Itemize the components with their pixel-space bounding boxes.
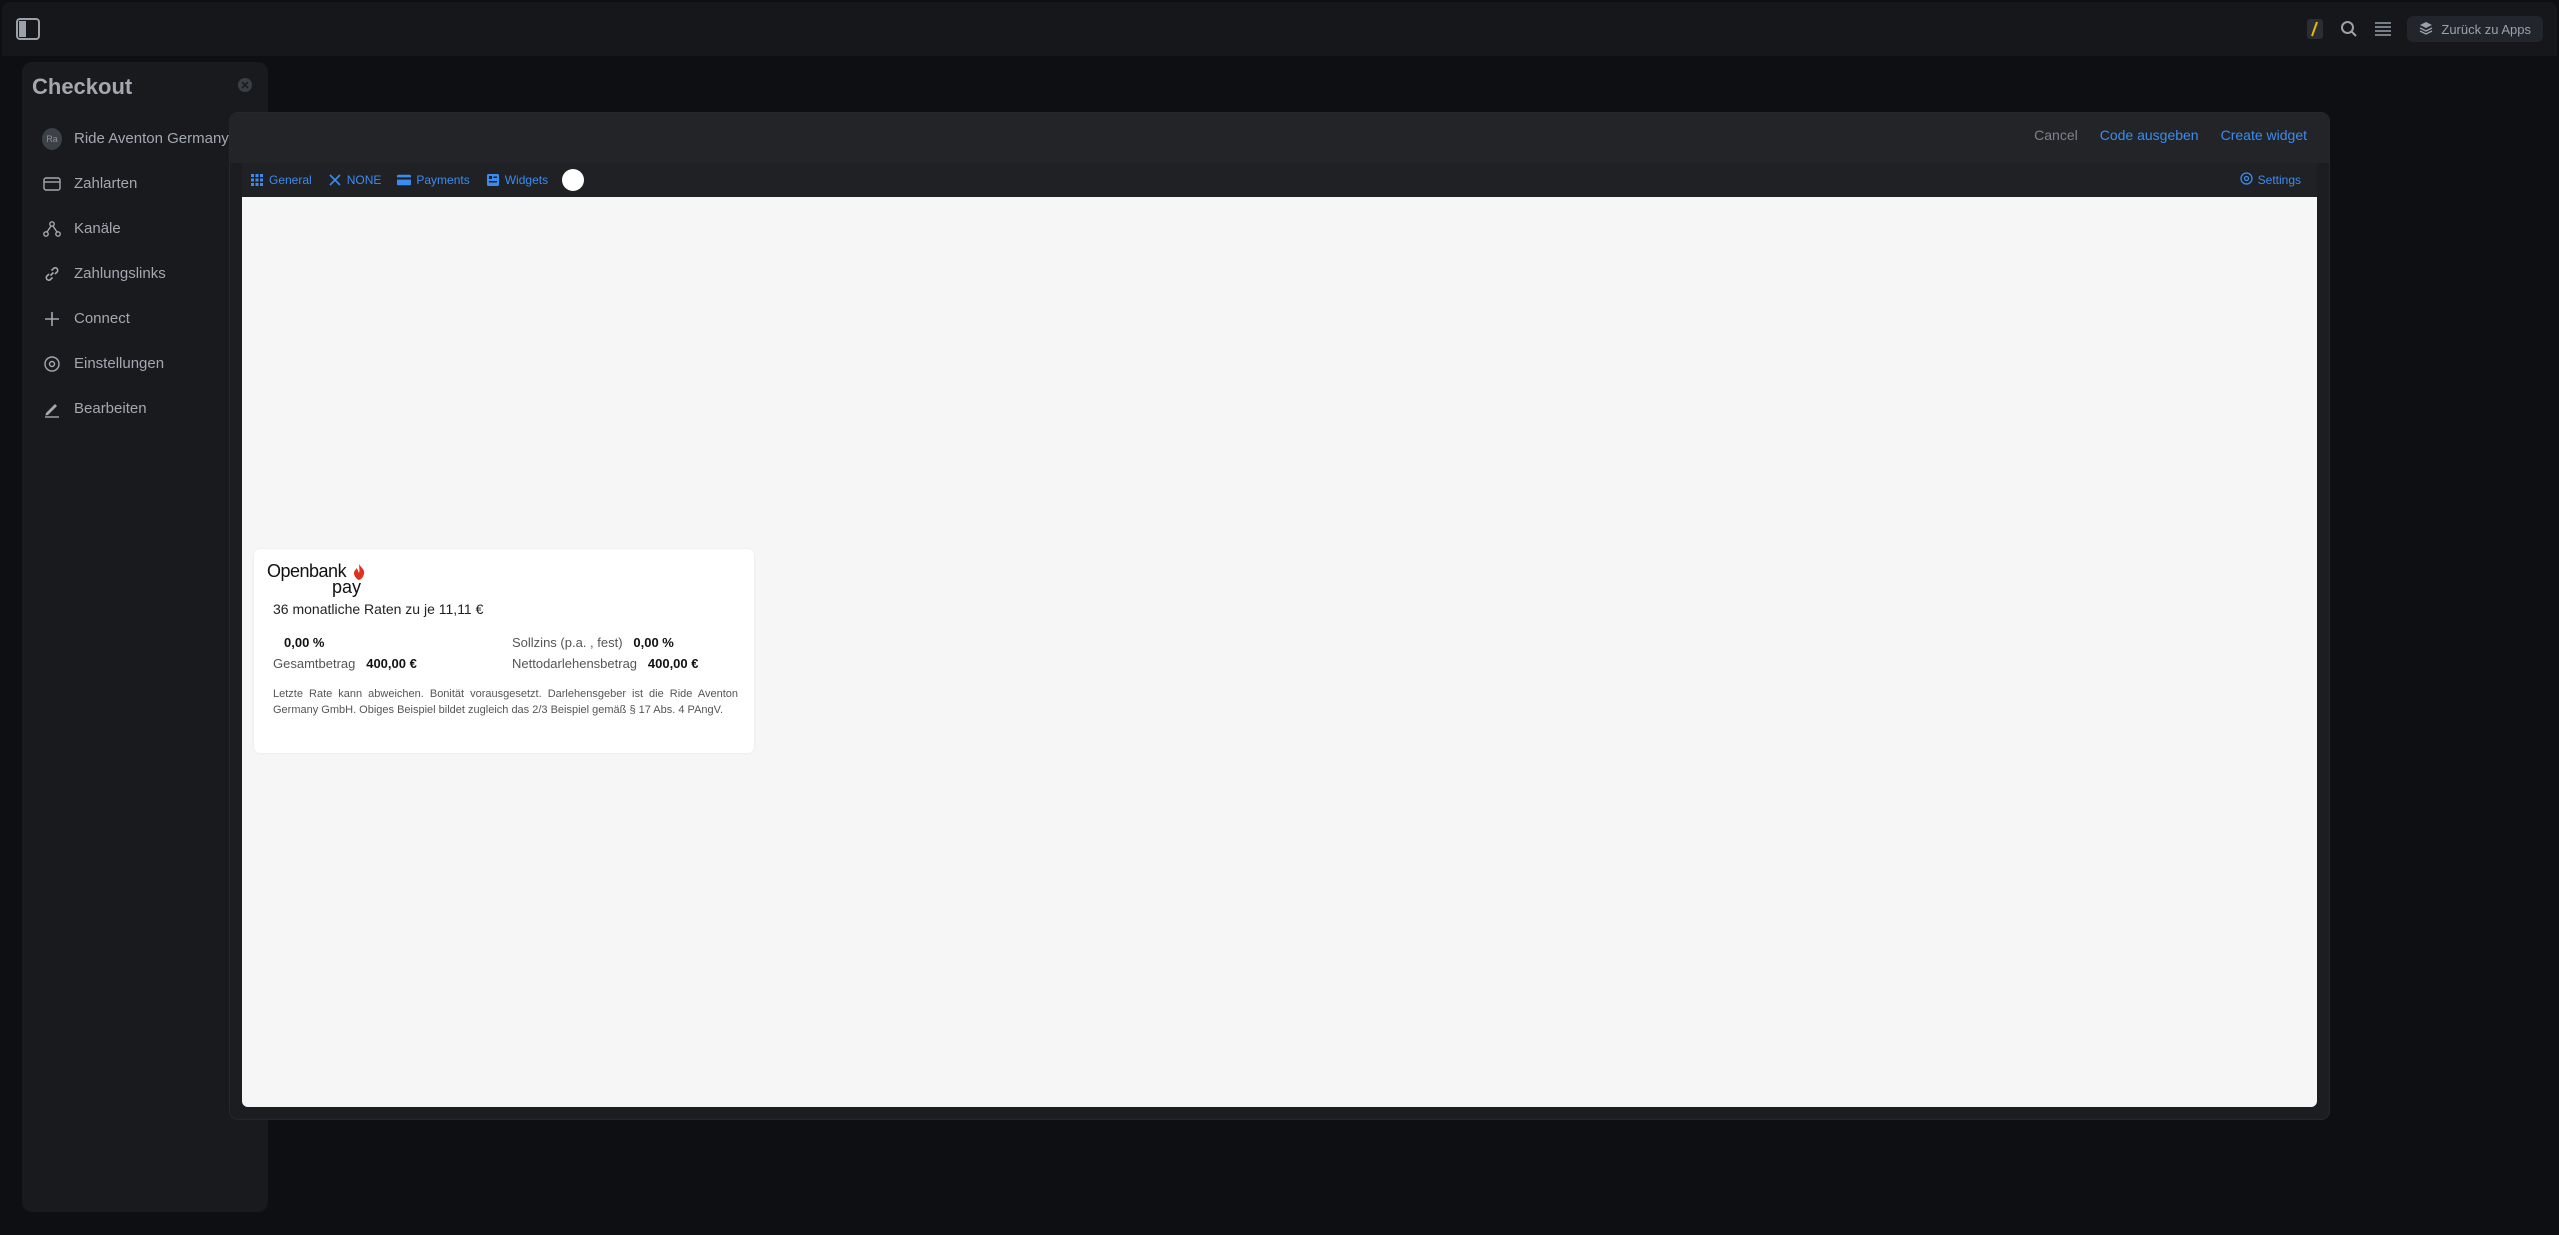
card-icon	[397, 173, 412, 187]
legal-disclaimer: Letzte Rate kann abweichen. Bonität vora…	[273, 688, 738, 716]
settings-icon	[42, 354, 62, 374]
tab-widgets[interactable]: Widgets	[486, 173, 548, 187]
cancel-button[interactable]: Cancel	[2034, 127, 2078, 143]
settings-icon	[2239, 172, 2253, 188]
effective-rate-value: 0,00 %	[284, 635, 325, 650]
tab-label: Payments	[416, 173, 470, 187]
modal-toolbar: General NONE Payments Widgets Settings	[242, 163, 2317, 197]
search-icon[interactable]	[2339, 19, 2359, 39]
sollzins-value: 0,00 %	[633, 635, 674, 650]
menu-icon[interactable]	[2373, 19, 2393, 39]
openbank-pay-logo: Openbank pay	[267, 561, 377, 597]
tab-label: General	[269, 173, 312, 187]
netto-label: Nettodarlehensbetrag	[512, 656, 638, 671]
close-sidebar-icon[interactable]	[237, 77, 253, 93]
sidebar-item-label: Bearbeiten	[74, 400, 147, 417]
settings-label: Settings	[2257, 173, 2301, 187]
brand-slash-icon[interactable]	[2305, 19, 2325, 39]
sollzins-row: Sollzins (p.a. , fest) 0,00 %	[512, 635, 674, 650]
close-icon	[328, 173, 342, 187]
avatar: Ra	[42, 127, 62, 150]
flame-icon	[353, 564, 365, 580]
tab-label: NONE	[346, 173, 382, 187]
top-bar-actions: Zurück zu Apps	[2305, 15, 2543, 43]
tab-label: Widgets	[504, 173, 549, 187]
grid-icon	[250, 173, 264, 187]
netto-value: 400,00 €	[647, 656, 699, 671]
back-to-apps-label: Zurück zu Apps	[2441, 21, 2531, 37]
network-icon	[42, 219, 62, 239]
sidebar-item-label: Zahlarten	[74, 175, 138, 192]
sidebar-item-label: Zahlungslinks	[74, 265, 166, 282]
pen-icon	[42, 399, 62, 419]
preview-canvas: Openbank pay 36 monatliche Raten zu je 1…	[242, 197, 2317, 1107]
theme-toggle[interactable]	[562, 169, 585, 191]
widget-editor-modal: Cancel Code ausgeben Create widget Gener…	[230, 113, 2329, 1119]
installment-widget-card: Openbank pay 36 monatliche Raten zu je 1…	[254, 549, 754, 753]
modal-header: Cancel Code ausgeben Create widget	[230, 113, 2329, 163]
layers-icon	[2419, 21, 2433, 38]
sidebar-toggle-icon[interactable]	[16, 18, 40, 40]
tab-payments[interactable]: Payments	[397, 173, 470, 187]
sidebar-title: Checkout	[32, 74, 133, 99]
credit-card-icon	[42, 174, 62, 194]
installment-rate-text: 36 monatliche Raten zu je 11,11 €	[273, 601, 484, 617]
back-to-apps-button[interactable]: Zurück zu Apps	[2407, 16, 2543, 42]
effective-rate-row: 0,00 %	[284, 635, 324, 650]
widget-icon	[486, 173, 500, 187]
link-icon	[42, 264, 62, 284]
create-widget-button[interactable]: Create widget	[2221, 127, 2307, 143]
gesamt-row: Gesamtbetrag 400,00 €	[273, 656, 417, 671]
gesamt-value: 400,00 €	[366, 656, 417, 671]
settings-button[interactable]: Settings	[2239, 172, 2301, 188]
sidebar-item-label: Einstellungen	[74, 355, 165, 372]
sollzins-label: Sollzins (p.a. , fest)	[512, 635, 623, 650]
sidebar-item-label: Kanäle	[74, 220, 121, 237]
plus-icon	[42, 309, 62, 329]
sidebar-item-label: Connect	[74, 310, 130, 327]
top-bar: Zurück zu Apps	[2, 2, 2557, 56]
netto-row: Nettodarlehensbetrag 400,00 €	[512, 656, 698, 671]
gesamt-label: Gesamtbetrag	[273, 656, 356, 671]
code-output-button[interactable]: Code ausgeben	[2100, 127, 2199, 143]
tab-general[interactable]: General	[250, 173, 312, 187]
tab-none[interactable]: NONE	[328, 173, 382, 187]
